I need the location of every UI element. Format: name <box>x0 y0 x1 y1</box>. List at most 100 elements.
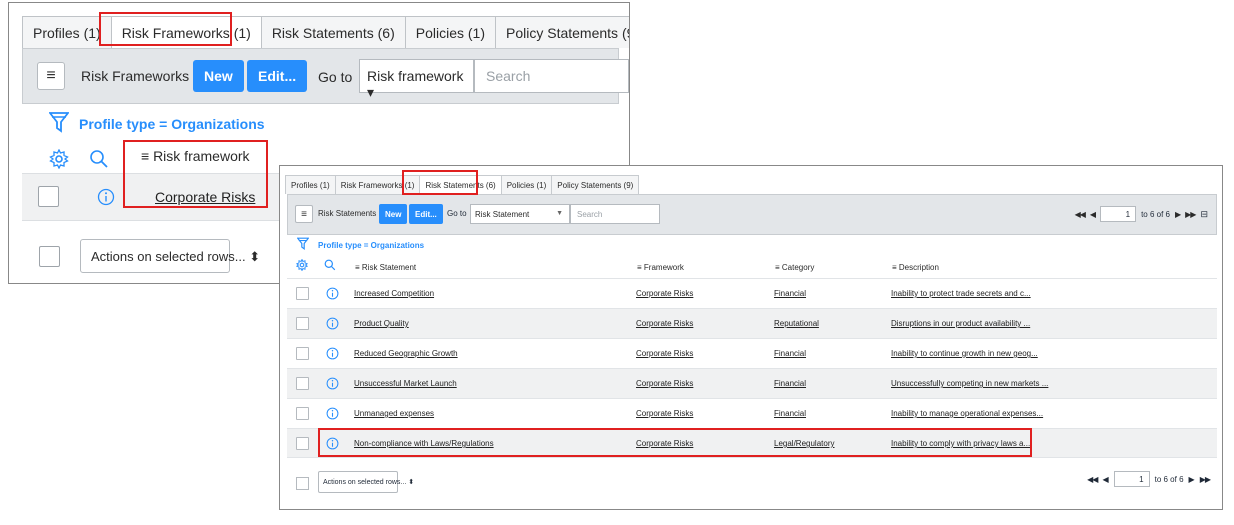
framework-link[interactable]: Corporate Risks <box>636 349 693 358</box>
filter-condition-link[interactable]: Profile type = Organizations <box>79 116 265 132</box>
info-icon[interactable] <box>326 377 339 390</box>
pagination: ◀◀ ◀ 1 to 6 of 6 ▶ ▶▶ ⊟ <box>1075 206 1208 222</box>
description-link[interactable]: Inability to protect trade secrets and c… <box>891 289 1031 298</box>
first-page-icon[interactable]: ◀◀ <box>1087 475 1098 484</box>
search-input[interactable]: Search <box>570 204 660 224</box>
column-menu-icon: ≡ <box>892 263 897 272</box>
category-link[interactable]: Financial <box>774 379 806 388</box>
row-checkbox[interactable] <box>296 317 309 330</box>
filter-icon[interactable] <box>297 237 309 250</box>
risk-statement-link[interactable]: Unsuccessful Market Launch <box>354 379 457 388</box>
info-icon[interactable] <box>97 188 115 206</box>
column-header-risk-statement[interactable]: ≡ Risk Statement <box>355 263 416 272</box>
page-range-text: to 6 of 6 <box>1154 474 1184 484</box>
search-icon[interactable] <box>89 149 109 169</box>
category-link[interactable]: Legal/Regulatory <box>774 439 834 448</box>
tab-policies[interactable]: Policies (1) <box>500 175 553 194</box>
table-row: Increased Competition Corporate Risks Fi… <box>287 278 1217 308</box>
tab-risk-statements[interactable]: Risk Statements (6) <box>419 175 502 194</box>
category-link[interactable]: Financial <box>774 349 806 358</box>
actions-select[interactable]: Actions on selected rows... ⬍ <box>318 471 414 493</box>
column-header-category[interactable]: ≡ Category <box>775 263 814 272</box>
category-link[interactable]: Financial <box>774 409 806 418</box>
previous-page-icon[interactable]: ◀ <box>1102 475 1108 484</box>
new-button[interactable]: New <box>193 60 244 92</box>
actions-label: Actions on selected rows... <box>323 479 407 486</box>
table-row: Product Quality Corporate Risks Reputati… <box>287 308 1217 338</box>
gear-icon[interactable] <box>296 259 308 271</box>
framework-link[interactable]: Corporate Risks <box>636 409 693 418</box>
column-header-risk-framework[interactable]: ≡ Risk framework <box>141 148 250 164</box>
tab-risk-frameworks[interactable]: Risk Frameworks (1) <box>334 175 421 194</box>
info-icon[interactable] <box>326 407 339 420</box>
description-link[interactable]: Disruptions in our product availability … <box>891 319 1030 328</box>
description-link[interactable]: Inability to continue growth in new geog… <box>891 349 1038 358</box>
first-page-icon[interactable]: ◀◀ <box>1075 210 1086 219</box>
dropdown-caret-icon: ▼ <box>556 210 563 217</box>
filter-icon[interactable] <box>49 111 69 133</box>
category-link[interactable]: Reputational <box>774 319 819 328</box>
next-page-icon[interactable]: ▶ <box>1189 475 1195 484</box>
row-checkbox[interactable] <box>296 287 309 300</box>
row-checkbox[interactable] <box>38 186 59 207</box>
tab-profiles[interactable]: Profiles (1) <box>22 16 112 48</box>
select-all-checkbox[interactable] <box>296 477 309 490</box>
column-menu-icon: ≡ <box>355 263 360 272</box>
description-link[interactable]: Unsuccessfully competing in new markets … <box>891 379 1048 388</box>
column-header-framework[interactable]: ≡ Framework <box>637 263 684 272</box>
info-icon[interactable] <box>326 437 339 450</box>
search-icon[interactable] <box>324 259 336 271</box>
goto-field-select[interactable]: Risk Statement ▼ <box>470 204 570 224</box>
tab-risk-statements[interactable]: Risk Statements (6) <box>260 16 406 48</box>
risk-statement-link[interactable]: Product Quality <box>354 319 409 328</box>
search-input[interactable]: Search <box>474 59 629 93</box>
tab-policy-statements[interactable]: Policy Statements (9) <box>495 16 629 48</box>
last-page-icon[interactable]: ▶▶ <box>1200 475 1211 484</box>
description-link[interactable]: Inability to manage operational expenses… <box>891 409 1043 418</box>
risk-statement-link[interactable]: Increased Competition <box>354 289 434 298</box>
list-toolbar: ≡ Risk Statements New Edit... Go to Risk… <box>287 194 1217 235</box>
select-all-checkbox[interactable] <box>39 246 60 267</box>
row-checkbox[interactable] <box>296 437 309 450</box>
framework-link[interactable]: Corporate Risks <box>636 439 693 448</box>
risk-statement-link[interactable]: Reduced Geographic Growth <box>354 349 458 358</box>
column-header-label: Description <box>898 263 939 272</box>
page-input[interactable]: 1 <box>1113 471 1150 487</box>
column-header-description[interactable]: ≡ Description <box>892 263 939 272</box>
actions-select[interactable]: Actions on selected rows... ⬍ <box>80 239 260 273</box>
info-icon[interactable] <box>326 317 339 330</box>
column-header-label: Category <box>781 263 815 272</box>
select-arrows-icon: ⬍ <box>408 479 415 486</box>
gear-icon[interactable] <box>49 149 69 169</box>
row-checkbox[interactable] <box>296 377 309 390</box>
previous-page-icon[interactable]: ◀ <box>1090 210 1096 219</box>
goto-field-select[interactable]: Risk framework ▾ <box>359 59 474 100</box>
page-input[interactable]: 1 <box>1100 206 1137 222</box>
next-page-icon[interactable]: ▶ <box>1175 210 1181 219</box>
tab-policy-statements[interactable]: Policy Statements (9) <box>551 175 640 194</box>
collapse-icon[interactable]: ⊟ <box>1200 209 1208 220</box>
row-checkbox[interactable] <box>296 407 309 420</box>
edit-button[interactable]: Edit... <box>409 204 443 224</box>
tab-risk-frameworks[interactable]: Risk Frameworks (1) <box>110 16 262 48</box>
tab-profiles[interactable]: Profiles (1) <box>285 175 336 194</box>
menu-icon[interactable]: ≡ <box>295 205 313 223</box>
filter-condition-link[interactable]: Profile type = Organizations <box>318 241 424 250</box>
framework-link[interactable]: Corporate Risks <box>636 379 693 388</box>
new-button[interactable]: New <box>379 204 408 224</box>
row-checkbox[interactable] <box>296 347 309 360</box>
menu-icon[interactable]: ≡ <box>37 62 65 90</box>
column-header-label: Risk Statement <box>361 263 417 272</box>
category-link[interactable]: Financial <box>774 289 806 298</box>
framework-link[interactable]: Corporate Risks <box>636 319 693 328</box>
description-link[interactable]: Inability to comply with privacy laws a.… <box>891 439 1030 448</box>
tab-policies[interactable]: Policies (1) <box>404 16 496 48</box>
info-icon[interactable] <box>326 347 339 360</box>
risk-statement-link[interactable]: Non-compliance with Laws/Regulations <box>354 439 494 448</box>
risk-statement-link[interactable]: Unmanaged expenses <box>354 409 434 418</box>
last-page-icon[interactable]: ▶▶ <box>1185 210 1196 219</box>
risk-framework-link[interactable]: Corporate Risks <box>155 189 255 205</box>
info-icon[interactable] <box>326 287 339 300</box>
edit-button[interactable]: Edit... <box>247 60 308 92</box>
framework-link[interactable]: Corporate Risks <box>636 289 693 298</box>
